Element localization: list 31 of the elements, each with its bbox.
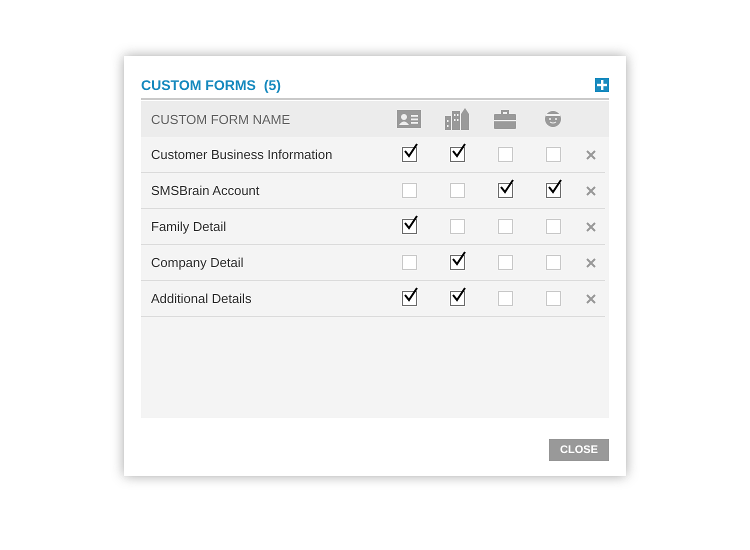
buildings-icon xyxy=(445,108,469,130)
checkbox[interactable] xyxy=(546,291,560,306)
checkbox[interactable] xyxy=(402,183,416,198)
delete-icon[interactable] xyxy=(586,294,596,304)
form-name: SMSBrain Account xyxy=(150,183,260,198)
checkbox[interactable] xyxy=(402,255,416,270)
delete-icon[interactable] xyxy=(586,222,596,232)
briefcase-icon xyxy=(494,109,516,129)
checkbox[interactable] xyxy=(546,147,560,162)
checkbox[interactable] xyxy=(450,219,464,234)
checkbox[interactable] xyxy=(546,219,560,234)
id-card-icon xyxy=(397,110,421,128)
checkbox[interactable] xyxy=(498,147,512,162)
checkbox[interactable] xyxy=(546,255,560,270)
column-header: CUSTOM FORM NAME xyxy=(150,112,292,126)
delete-icon[interactable] xyxy=(586,150,596,160)
dialog-title: CUSTOM FORMS xyxy=(141,77,256,93)
form-name: Company Detail xyxy=(150,255,244,270)
delete-icon[interactable] xyxy=(586,186,596,196)
form-name: Family Detail xyxy=(150,219,228,234)
add-button[interactable] xyxy=(595,78,609,92)
face-icon xyxy=(543,109,563,129)
checkbox[interactable] xyxy=(498,255,512,270)
form-count: (5) xyxy=(264,77,281,93)
delete-icon[interactable] xyxy=(586,258,596,268)
checkbox[interactable] xyxy=(450,183,464,198)
form-name: Additional Details xyxy=(150,291,252,306)
checkbox[interactable] xyxy=(498,219,512,234)
close-button[interactable]: CLOSE xyxy=(549,439,609,461)
form-name: Customer Business Information xyxy=(150,147,334,162)
checkbox[interactable] xyxy=(498,291,512,306)
